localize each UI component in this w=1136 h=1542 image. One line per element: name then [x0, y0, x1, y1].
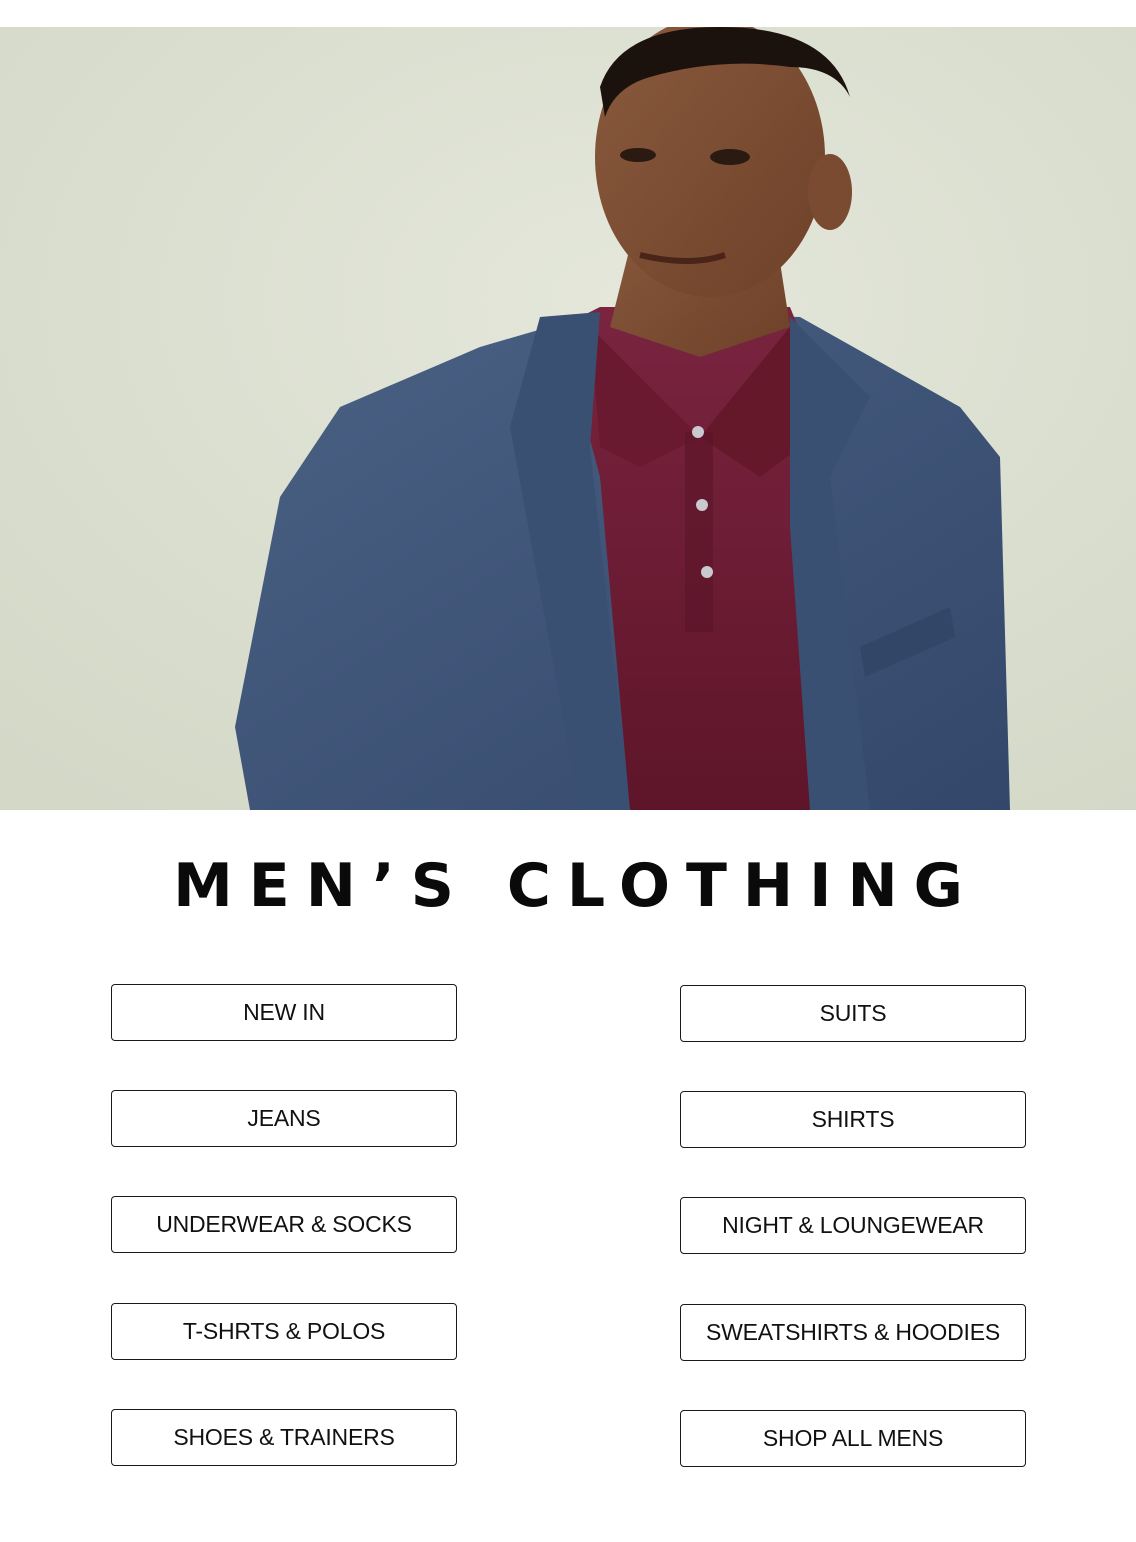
hero-photo-illustration [0, 27, 1136, 810]
night-loungewear-button[interactable]: NIGHT & LOUNGEWEAR [680, 1197, 1026, 1254]
underwear-socks-button[interactable]: UNDERWEAR & SOCKS [111, 1196, 457, 1253]
new-in-button[interactable]: NEW IN [111, 984, 457, 1041]
sweatshirts-hoodies-button[interactable]: SWEATSHIRTS & HOODIES [680, 1304, 1026, 1361]
jeans-button[interactable]: JEANS [111, 1090, 457, 1147]
shop-all-mens-button[interactable]: SHOP ALL MENS [680, 1410, 1026, 1467]
tshirts-polos-button[interactable]: T-SHRTS & POLOS [111, 1303, 457, 1360]
shirts-button[interactable]: SHIRTS [680, 1091, 1026, 1148]
suits-button[interactable]: SUITS [680, 985, 1026, 1042]
hero-image[interactable] [0, 27, 1136, 810]
shoes-trainers-button[interactable]: SHOES & TRAINERS [111, 1409, 457, 1466]
page-title: MEN’S CLOTHING [173, 851, 979, 921]
